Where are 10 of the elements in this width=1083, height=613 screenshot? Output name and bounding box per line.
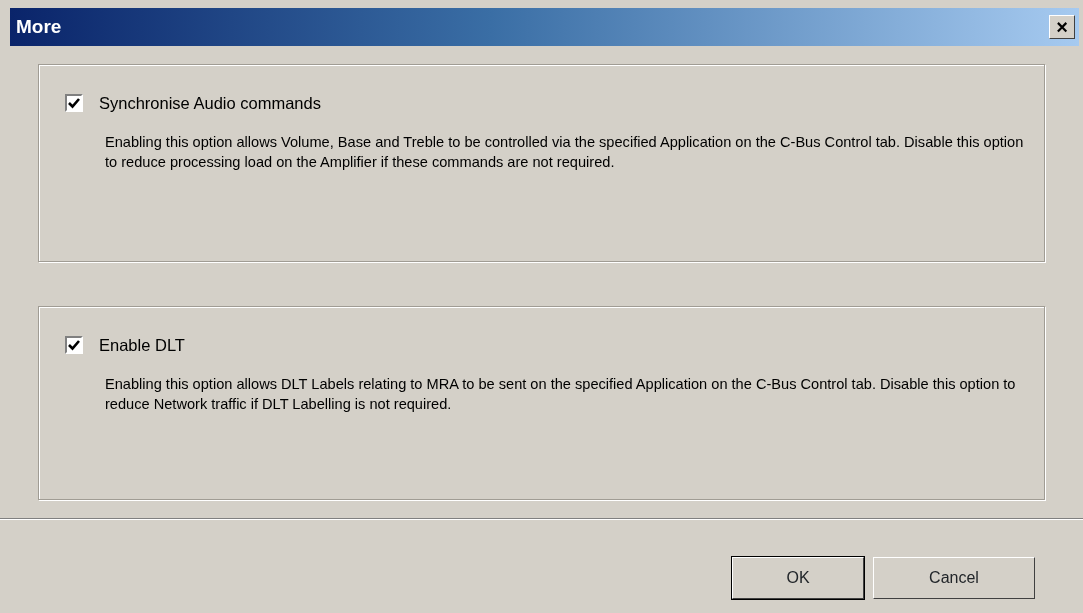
description-text: Enabling this option allows DLT Labels relating to MRA to be sent on the specified Application on the C-Bus Control tab. Disable this option to reduce Network traffic if DLT Labelling is not required. — [105, 374, 1017, 414]
description-text: Enabling this option allows Volume, Base and Treble to be controlled via the specified Application on the C-Bus Control tab. Disable this option to reduce processing load on the Amplifier if these commands are not required. — [105, 132, 1024, 172]
window-title: More — [16, 14, 62, 39]
dialog-button[interactable]: Cancel — [873, 557, 1035, 599]
checkbox[interactable] — [65, 336, 83, 355]
close-button[interactable]: × — [1049, 15, 1075, 39]
checkbox[interactable] — [65, 94, 83, 113]
checkbox-label: Synchronise Audio commands — [99, 93, 321, 114]
dialog-button[interactable]: OK — [732, 557, 864, 599]
checkbox-label: Enable DLT — [99, 335, 185, 356]
